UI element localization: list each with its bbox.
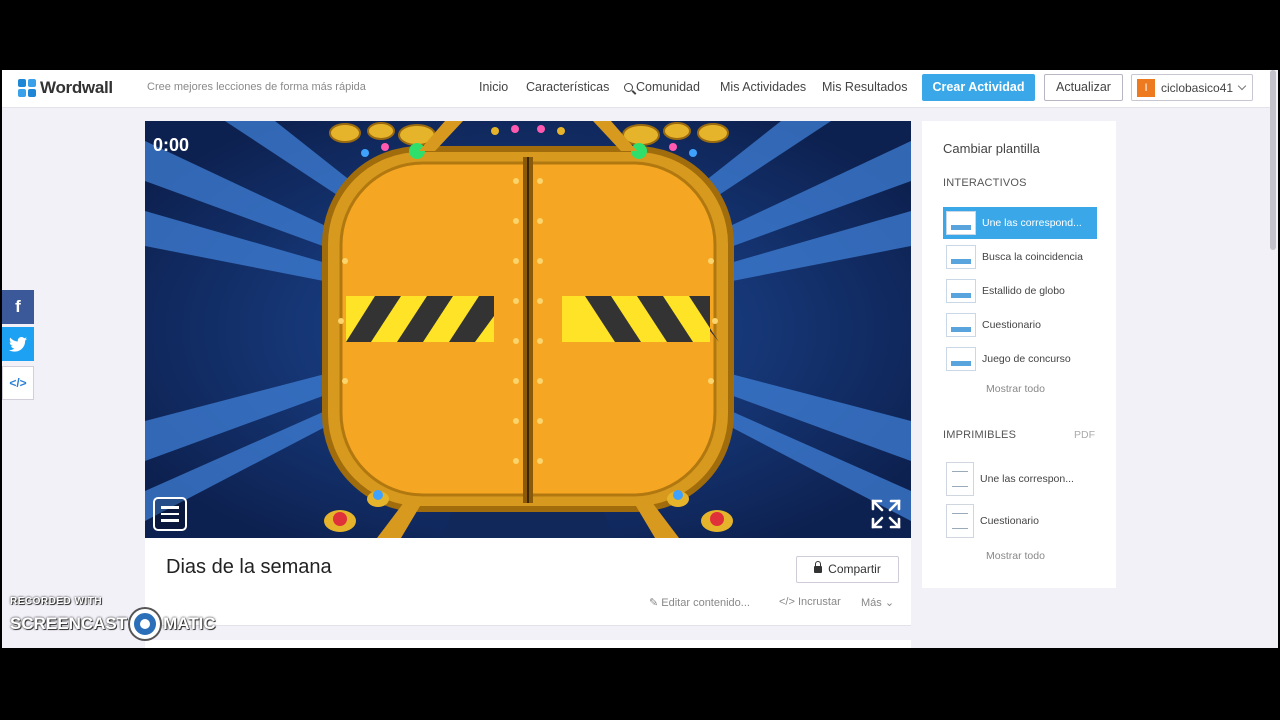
facebook-share-button[interactable]: f bbox=[2, 290, 34, 324]
template-label: Busca la coincidencia bbox=[982, 251, 1083, 263]
username: ciclobasico41 bbox=[1161, 81, 1234, 95]
template-thumbnail bbox=[946, 245, 976, 269]
pdf-label: PDF bbox=[1074, 429, 1095, 441]
upgrade-button[interactable]: Actualizar bbox=[1044, 74, 1123, 101]
nav-mis-actividades[interactable]: Mis Actividades bbox=[720, 80, 806, 94]
template-thumbnail bbox=[946, 211, 976, 235]
nav-comunidad-label: Comunidad bbox=[636, 80, 700, 94]
top-navigation-bar: Wordwall Cree mejores lecciones de forma… bbox=[2, 70, 1278, 108]
interactive-heading: INTERACTIVOS bbox=[943, 177, 1027, 189]
printable-label: Cuestionario bbox=[980, 515, 1039, 527]
game-menu-button[interactable] bbox=[153, 497, 187, 531]
template-item-find-match[interactable]: Busca la coincidencia bbox=[943, 241, 1097, 273]
hamburger-icon-bar bbox=[161, 519, 179, 522]
template-item-match-up[interactable]: Une las correspond... bbox=[943, 207, 1097, 239]
printable-thumbnail bbox=[946, 462, 974, 496]
template-label: Juego de concurso bbox=[982, 353, 1071, 365]
printable-label: Une las correspon... bbox=[980, 473, 1074, 485]
edit-content-label: Editar contenido... bbox=[661, 597, 750, 609]
logo-icon bbox=[18, 79, 36, 97]
embed-link[interactable]: </> Incrustar bbox=[779, 596, 841, 608]
fullscreen-button[interactable] bbox=[869, 497, 903, 531]
facebook-icon: f bbox=[15, 297, 21, 316]
show-all-interactive-link[interactable]: Mostrar todo bbox=[986, 383, 1045, 395]
game-timer: 0:00 bbox=[153, 135, 190, 155]
template-thumbnail bbox=[946, 313, 976, 337]
code-icon: </> bbox=[9, 376, 27, 390]
hamburger-icon-bar bbox=[161, 512, 179, 516]
wordwall-logo[interactable]: Wordwall bbox=[18, 78, 113, 98]
nav-caracteristicas[interactable]: Características bbox=[526, 80, 609, 94]
watermark-text-a: SCREENCAST bbox=[10, 614, 128, 633]
nav-inicio[interactable]: Inicio bbox=[479, 80, 508, 94]
page-scrollbar[interactable] bbox=[1270, 70, 1278, 648]
lock-icon bbox=[814, 561, 823, 573]
activity-title: Dias de la semana bbox=[166, 556, 332, 578]
chevron-down-icon: ⌄ bbox=[881, 597, 895, 609]
embed-share-button[interactable]: </> bbox=[2, 366, 34, 400]
template-item-quiz[interactable]: Cuestionario bbox=[943, 309, 1097, 341]
printables-heading: IMPRIMIBLES bbox=[943, 429, 1017, 441]
panel-title: Cambiar plantilla bbox=[943, 141, 1040, 156]
twitter-share-button[interactable] bbox=[2, 327, 34, 361]
content-below bbox=[145, 640, 911, 648]
nav-comunidad[interactable]: Comunidad bbox=[624, 80, 700, 94]
nav-mis-resultados[interactable]: Mis Resultados bbox=[822, 80, 907, 94]
game-player[interactable]: 0:00 bbox=[145, 121, 911, 538]
scrollbar-thumb[interactable] bbox=[1270, 70, 1276, 250]
create-activity-button[interactable]: Crear Actividad bbox=[922, 74, 1035, 101]
template-label: Une las correspond... bbox=[982, 217, 1082, 229]
twitter-icon bbox=[9, 336, 27, 352]
video-frame: Wordwall Cree mejores lecciones de forma… bbox=[0, 0, 1280, 720]
show-all-printables-link[interactable]: Mostrar todo bbox=[986, 550, 1045, 562]
template-item-gameshow[interactable]: Juego de concurso bbox=[943, 343, 1097, 375]
chevron-down-icon bbox=[1237, 81, 1247, 91]
browser-page: Wordwall Cree mejores lecciones de forma… bbox=[2, 70, 1278, 648]
template-label: Estallido de globo bbox=[982, 285, 1065, 297]
screencast-watermark: RECORDED WITH SCREENCAST MATIC bbox=[10, 596, 216, 639]
pencil-icon: ✎ bbox=[649, 597, 662, 609]
edit-content-link[interactable]: ✎ Editar contenido... bbox=[649, 596, 750, 609]
more-label: Más bbox=[861, 597, 882, 609]
printable-item-match-up[interactable]: Une las correspon... bbox=[943, 461, 1097, 497]
watermark-text-b: MATIC bbox=[163, 614, 216, 633]
printable-item-quiz[interactable]: Cuestionario bbox=[943, 503, 1097, 539]
watermark-line2: SCREENCAST MATIC bbox=[10, 609, 216, 639]
code-icon: </> bbox=[779, 596, 798, 608]
search-icon bbox=[624, 83, 633, 92]
tagline: Cree mejores lecciones de forma más rápi… bbox=[147, 81, 366, 93]
printable-thumbnail bbox=[946, 504, 974, 538]
logo-text: Wordwall bbox=[40, 78, 113, 97]
fullscreen-icon bbox=[871, 499, 901, 529]
template-label: Cuestionario bbox=[982, 319, 1041, 331]
share-label: Compartir bbox=[828, 562, 881, 576]
more-menu[interactable]: Más ⌄ bbox=[861, 596, 894, 609]
avatar: I bbox=[1137, 79, 1155, 97]
embed-label: Incrustar bbox=[797, 596, 841, 608]
template-panel: Cambiar plantilla INTERACTIVOS Une las c… bbox=[922, 121, 1116, 588]
share-button[interactable]: Compartir bbox=[796, 556, 899, 583]
template-thumbnail bbox=[946, 347, 976, 371]
activity-info: Dias de la semana Compartir ✎ Editar con… bbox=[145, 538, 911, 626]
balloon-icon bbox=[946, 279, 976, 303]
user-menu[interactable]: I ciclobasico41 bbox=[1131, 74, 1253, 101]
watermark-line1: RECORDED WITH bbox=[10, 596, 103, 607]
screencast-logo-icon bbox=[130, 609, 161, 639]
template-item-balloon-pop[interactable]: Estallido de globo bbox=[943, 275, 1097, 307]
hamburger-icon-bar bbox=[161, 506, 179, 509]
game-door-scene bbox=[145, 121, 911, 538]
